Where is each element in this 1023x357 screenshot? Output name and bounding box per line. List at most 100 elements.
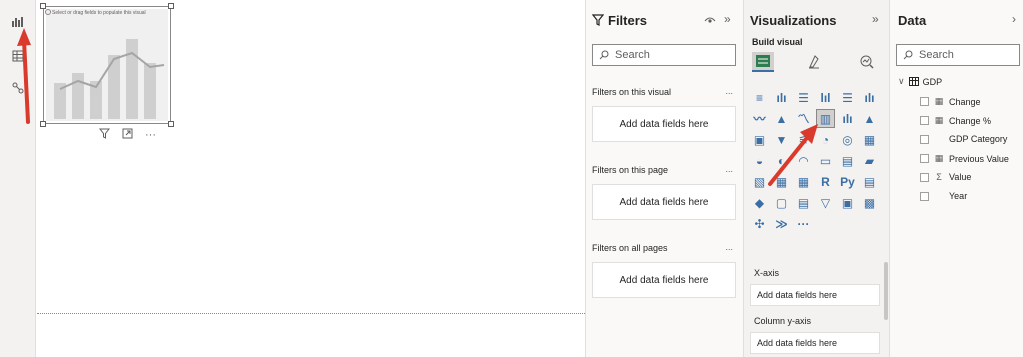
collapse-data-icon[interactable]: › (1012, 12, 1016, 26)
filters-visual-label: Filters on this visual (592, 87, 672, 97)
visual-type-icon[interactable]: ▣ (750, 130, 769, 149)
measure-icon: ▦ (934, 96, 944, 106)
visual-type-icon[interactable]: ılı (838, 109, 857, 128)
resize-handle-top-left[interactable] (40, 3, 46, 9)
resize-handle-top-right[interactable] (168, 3, 174, 9)
visual-type-icon[interactable]: ▲ (860, 109, 879, 128)
visual-type-icon[interactable]: 〰 (750, 109, 769, 128)
page-boundary (37, 313, 585, 314)
visual-type-icon[interactable]: ▰ (860, 151, 879, 170)
visual-type-icon[interactable]: ✣ (750, 214, 769, 233)
filters-page-more[interactable]: ... (725, 164, 733, 174)
view-rail (0, 0, 36, 357)
visual-type-icon[interactable]: Py (838, 172, 857, 191)
field-checkbox[interactable] (920, 172, 929, 182)
analytics-tab-icon[interactable] (856, 52, 878, 72)
measure-icon: ▦ (934, 153, 944, 163)
visual-type-icon[interactable]: ▤ (838, 151, 857, 170)
filter-icon[interactable] (98, 128, 111, 142)
visual-type-icon[interactable]: ▣ (838, 193, 857, 212)
visual-type-icon[interactable]: ◐ (772, 151, 791, 170)
funnel-icon (591, 14, 605, 29)
visual-type-icon[interactable]: ılı (772, 88, 791, 107)
field-label: Change % (949, 115, 992, 126)
visual-hint-text: Select or drag fields to populate this v… (52, 10, 146, 16)
table-gdp[interactable]: ∨ GDP (898, 76, 942, 87)
report-canvas[interactable]: Select or drag fields to populate this v… (37, 0, 585, 357)
format-visual-tab-icon[interactable] (804, 52, 826, 72)
filters-visual-more[interactable]: ... (725, 86, 733, 96)
resize-handle-bottom-right[interactable] (168, 121, 174, 127)
model-view-icon[interactable] (8, 78, 28, 98)
visual-type-icon[interactable]: ☰ (838, 88, 857, 107)
visual-type-icon[interactable]: ▧ (750, 172, 769, 191)
field-checkbox[interactable] (920, 154, 929, 163)
filters-title: Filters (608, 13, 648, 28)
visual-type-icon[interactable]: ▤ (860, 172, 879, 191)
visual-type-icon[interactable]: lıl (816, 88, 835, 107)
field-checkbox[interactable] (920, 134, 929, 144)
filters-visual-well[interactable]: Add data fields here (592, 106, 736, 142)
filters-all-pages-well[interactable]: Add data fields here (592, 262, 736, 298)
resize-handle-bottom-left[interactable] (40, 121, 46, 127)
filters-search-input[interactable]: Search (592, 44, 736, 66)
filters-search-placeholder: Search (615, 49, 650, 61)
data-title: Data (898, 13, 927, 28)
report-view-icon[interactable] (8, 12, 28, 32)
build-visual-tab-icon[interactable] (752, 52, 774, 72)
table-view-icon[interactable] (8, 46, 28, 66)
line-clustered-column-chart-icon[interactable]: ▥ (816, 109, 835, 128)
data-search-input[interactable]: Search (896, 44, 1020, 66)
field-item[interactable]: Σ Value (920, 172, 971, 182)
visual-type-icon[interactable]: ▽ (816, 193, 835, 212)
eye-icon[interactable] (704, 14, 716, 28)
field-item[interactable]: ▦ Change % (920, 115, 991, 126)
visual-type-icon[interactable]: ▦ (772, 172, 791, 191)
field-checkbox[interactable] (920, 97, 929, 106)
visual-type-icon[interactable]: ≡ (750, 88, 769, 107)
x-axis-well[interactable]: Add data fields here (750, 284, 880, 306)
field-checkbox[interactable] (920, 191, 929, 201)
collapse-filters-icon[interactable]: » (724, 12, 731, 26)
collapse-visualizations-icon[interactable]: » (872, 12, 879, 26)
field-item[interactable]: GDP Category (920, 134, 1007, 144)
field-checkbox[interactable] (920, 116, 929, 125)
visual-type-icon[interactable]: ☰ (794, 88, 813, 107)
visual-type-icon[interactable]: ≫ (772, 214, 791, 233)
visual-type-icon[interactable]: ⚟ (794, 130, 813, 149)
visual-type-icon[interactable]: ▲ (772, 109, 791, 128)
column-y-axis-well[interactable]: Add data fields here (750, 332, 880, 354)
visual-type-icon[interactable]: ◒ (750, 151, 769, 170)
filters-all-pages-more[interactable]: ... (725, 242, 733, 252)
visualizations-title: Visualizations (750, 13, 837, 28)
visual-type-icon[interactable]: ▤ (794, 193, 813, 212)
field-label: Year (949, 191, 968, 201)
focus-mode-icon[interactable] (122, 128, 133, 142)
visual-type-icon[interactable]: ılı (860, 88, 879, 107)
hint-icon (45, 9, 51, 15)
field-item[interactable]: ▦ Previous Value (920, 153, 1009, 164)
empty-visual[interactable]: Select or drag fields to populate this v… (40, 3, 174, 127)
visualizations-pane: Visualizations » Build visual ≡ ılı ☰ lıl ☰ ı… (743, 0, 889, 357)
visual-type-icon[interactable]: ◎ (838, 130, 857, 149)
visual-type-icon[interactable]: ▢ (772, 193, 791, 212)
visual-type-icon[interactable]: ▭ (816, 151, 835, 170)
field-item[interactable]: ▦ Change (920, 96, 981, 107)
more-options-icon[interactable]: ··· (145, 129, 156, 141)
filters-page-well[interactable]: Add data fields here (592, 184, 736, 220)
visual-type-icon[interactable]: ▦ (860, 130, 879, 149)
visual-type-icon[interactable]: ··· (794, 214, 813, 233)
visual-type-gallery: ≡ ılı ☰ lıl ☰ ılı 〰 ▲ 〽 ▥ ılı ▲ ▣ ▼ ⚟ ◔ ◎ ▦ ◒ ◐ ◠ ▭ ▤ ▰ ▧ ▦ ▦ R Py ▤ ◆… (750, 88, 880, 234)
visual-type-icon[interactable]: ◔ (816, 130, 835, 149)
field-item[interactable]: Year (920, 191, 967, 201)
visual-type-icon[interactable]: 〽 (794, 109, 813, 128)
visual-type-icon[interactable]: ▼ (772, 130, 791, 149)
visual-type-icon[interactable]: ◠ (794, 151, 813, 170)
visualizations-scrollbar[interactable] (884, 262, 888, 320)
visual-type-icon[interactable]: ▦ (794, 172, 813, 191)
data-search-placeholder: Search (919, 49, 954, 61)
visual-type-icon[interactable]: R (816, 172, 835, 191)
visual-type-icon[interactable]: ◆ (750, 193, 769, 212)
column-y-axis-label: Column y-axis (754, 316, 812, 326)
visual-type-icon[interactable]: ▩ (860, 193, 879, 212)
